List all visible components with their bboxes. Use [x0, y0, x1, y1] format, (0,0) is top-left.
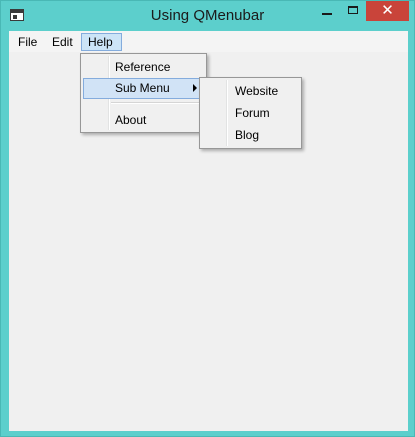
help-menu-popup: Reference Sub Menu About: [80, 53, 207, 133]
submenu-arrow-icon: [193, 84, 197, 92]
menu-edit[interactable]: Edit: [46, 33, 79, 51]
menu-bar: File Edit Help: [9, 31, 408, 52]
menu-item-sub-menu[interactable]: Sub Menu: [83, 78, 204, 99]
menu-item-label: Sub Menu: [115, 81, 170, 95]
close-icon: ✕: [381, 2, 394, 19]
title-bar[interactable]: Using QMenubar ✕: [1, 1, 414, 31]
maximize-button[interactable]: [340, 1, 366, 21]
menu-item-forum[interactable]: Forum: [202, 103, 299, 124]
menu-help[interactable]: Help: [81, 33, 122, 51]
client-area: File Edit Help Reference Sub Menu About …: [9, 31, 408, 431]
menu-item-website[interactable]: Website: [202, 81, 299, 102]
sub-menu-popup: Website Forum Blog: [199, 77, 302, 149]
minimize-button[interactable]: [314, 1, 340, 21]
close-button[interactable]: ✕: [366, 1, 409, 21]
menu-item-reference[interactable]: Reference: [83, 57, 204, 78]
menu-item-blog[interactable]: Blog: [202, 125, 299, 146]
app-window: Using QMenubar ✕ File Edit Help Referenc…: [0, 0, 415, 437]
menu-item-about[interactable]: About: [83, 110, 204, 131]
menu-file[interactable]: File: [12, 33, 43, 51]
menu-separator: [111, 102, 203, 104]
